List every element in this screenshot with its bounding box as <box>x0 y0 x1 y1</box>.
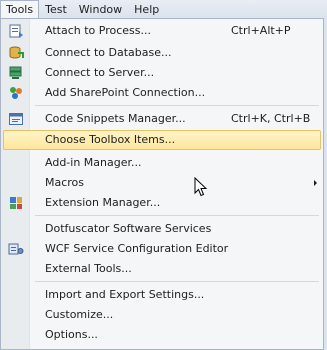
tools-dropdown-menu: Attach to Process... Ctrl+Alt+P Connect … <box>0 18 324 350</box>
menu-item-connect-to-database[interactable]: Connect to Database... <box>3 43 321 63</box>
menu-item-attach-to-process[interactable]: Attach to Process... Ctrl+Alt+P <box>3 21 321 41</box>
database-connect-icon <box>9 46 24 59</box>
code-snippets-icon <box>9 113 23 125</box>
app-window: Tools Test Window Help Attach to Process… <box>0 0 327 350</box>
menu-item-label: Add-in Manager... <box>45 156 142 169</box>
menu-help[interactable]: Help <box>128 0 165 19</box>
menu-item-connect-to-server[interactable]: Connect to Server... <box>3 63 321 83</box>
menu-window[interactable]: Window <box>73 0 128 19</box>
sharepoint-icon <box>10 87 22 99</box>
menu-test[interactable]: Test <box>39 0 73 19</box>
menu-item-label: Attach to Process... <box>45 24 151 37</box>
menu-item-label: Extension Manager... <box>45 196 161 209</box>
menu-item-options[interactable]: Options... <box>3 325 321 345</box>
menu-item-label: Connect to Database... <box>45 46 172 59</box>
menu-item-shortcut: Ctrl+K, Ctrl+B <box>231 112 311 125</box>
wcf-editor-icon <box>8 243 24 255</box>
menu-item-label: Connect to Server... <box>45 66 155 79</box>
menu-item-label: Macros <box>45 176 85 189</box>
menu-item-label: Options... <box>45 328 98 341</box>
menu-item-customize[interactable]: Customize... <box>3 305 321 325</box>
menu-item-label: WCF Service Configuration Editor <box>45 242 229 255</box>
menu-item-external-tools[interactable]: External Tools... <box>3 259 321 279</box>
menu-item-extension-manager[interactable]: Extension Manager... <box>3 193 321 213</box>
menu-item-dotfuscator[interactable]: Dotfuscator Software Services <box>3 219 321 239</box>
menu-item-label: Dotfuscator Software Services <box>45 222 212 235</box>
menu-item-label: Choose Toolbox Items... <box>45 133 176 146</box>
menu-bar: Tools Test Window Help <box>0 0 327 19</box>
menu-item-macros[interactable]: Macros <box>3 173 321 193</box>
menu-separator <box>35 105 319 106</box>
menu-item-import-export-settings[interactable]: Import and Export Settings... <box>3 285 321 305</box>
menu-separator <box>35 281 319 282</box>
menu-tools[interactable]: Tools <box>0 0 40 19</box>
mouse-cursor-icon <box>194 177 208 197</box>
menu-item-label: Customize... <box>45 308 114 321</box>
menu-item-shortcut: Ctrl+Alt+P <box>231 24 291 37</box>
menu-item-label: Code Snippets Manager... <box>45 112 186 125</box>
menu-separator <box>35 215 319 216</box>
menu-item-code-snippets-manager[interactable]: Code Snippets Manager... Ctrl+K, Ctrl+B <box>3 109 321 129</box>
extension-manager-icon <box>10 197 22 209</box>
menu-item-label: External Tools... <box>45 262 132 275</box>
server-connect-icon <box>9 66 22 79</box>
submenu-arrow-icon <box>314 180 317 186</box>
menu-item-add-in-manager[interactable]: Add-in Manager... <box>3 153 321 173</box>
menu-item-wcf-service-configuration-editor[interactable]: WCF Service Configuration Editor <box>3 239 321 259</box>
menu-item-label: Import and Export Settings... <box>45 288 205 301</box>
menu-item-choose-toolbox-items[interactable]: Choose Toolbox Items... <box>3 130 321 150</box>
menu-item-add-sharepoint-connection[interactable]: Add SharePoint Connection... <box>3 83 321 103</box>
attach-process-icon <box>9 24 23 38</box>
menu-item-label: Add SharePoint Connection... <box>45 86 206 99</box>
